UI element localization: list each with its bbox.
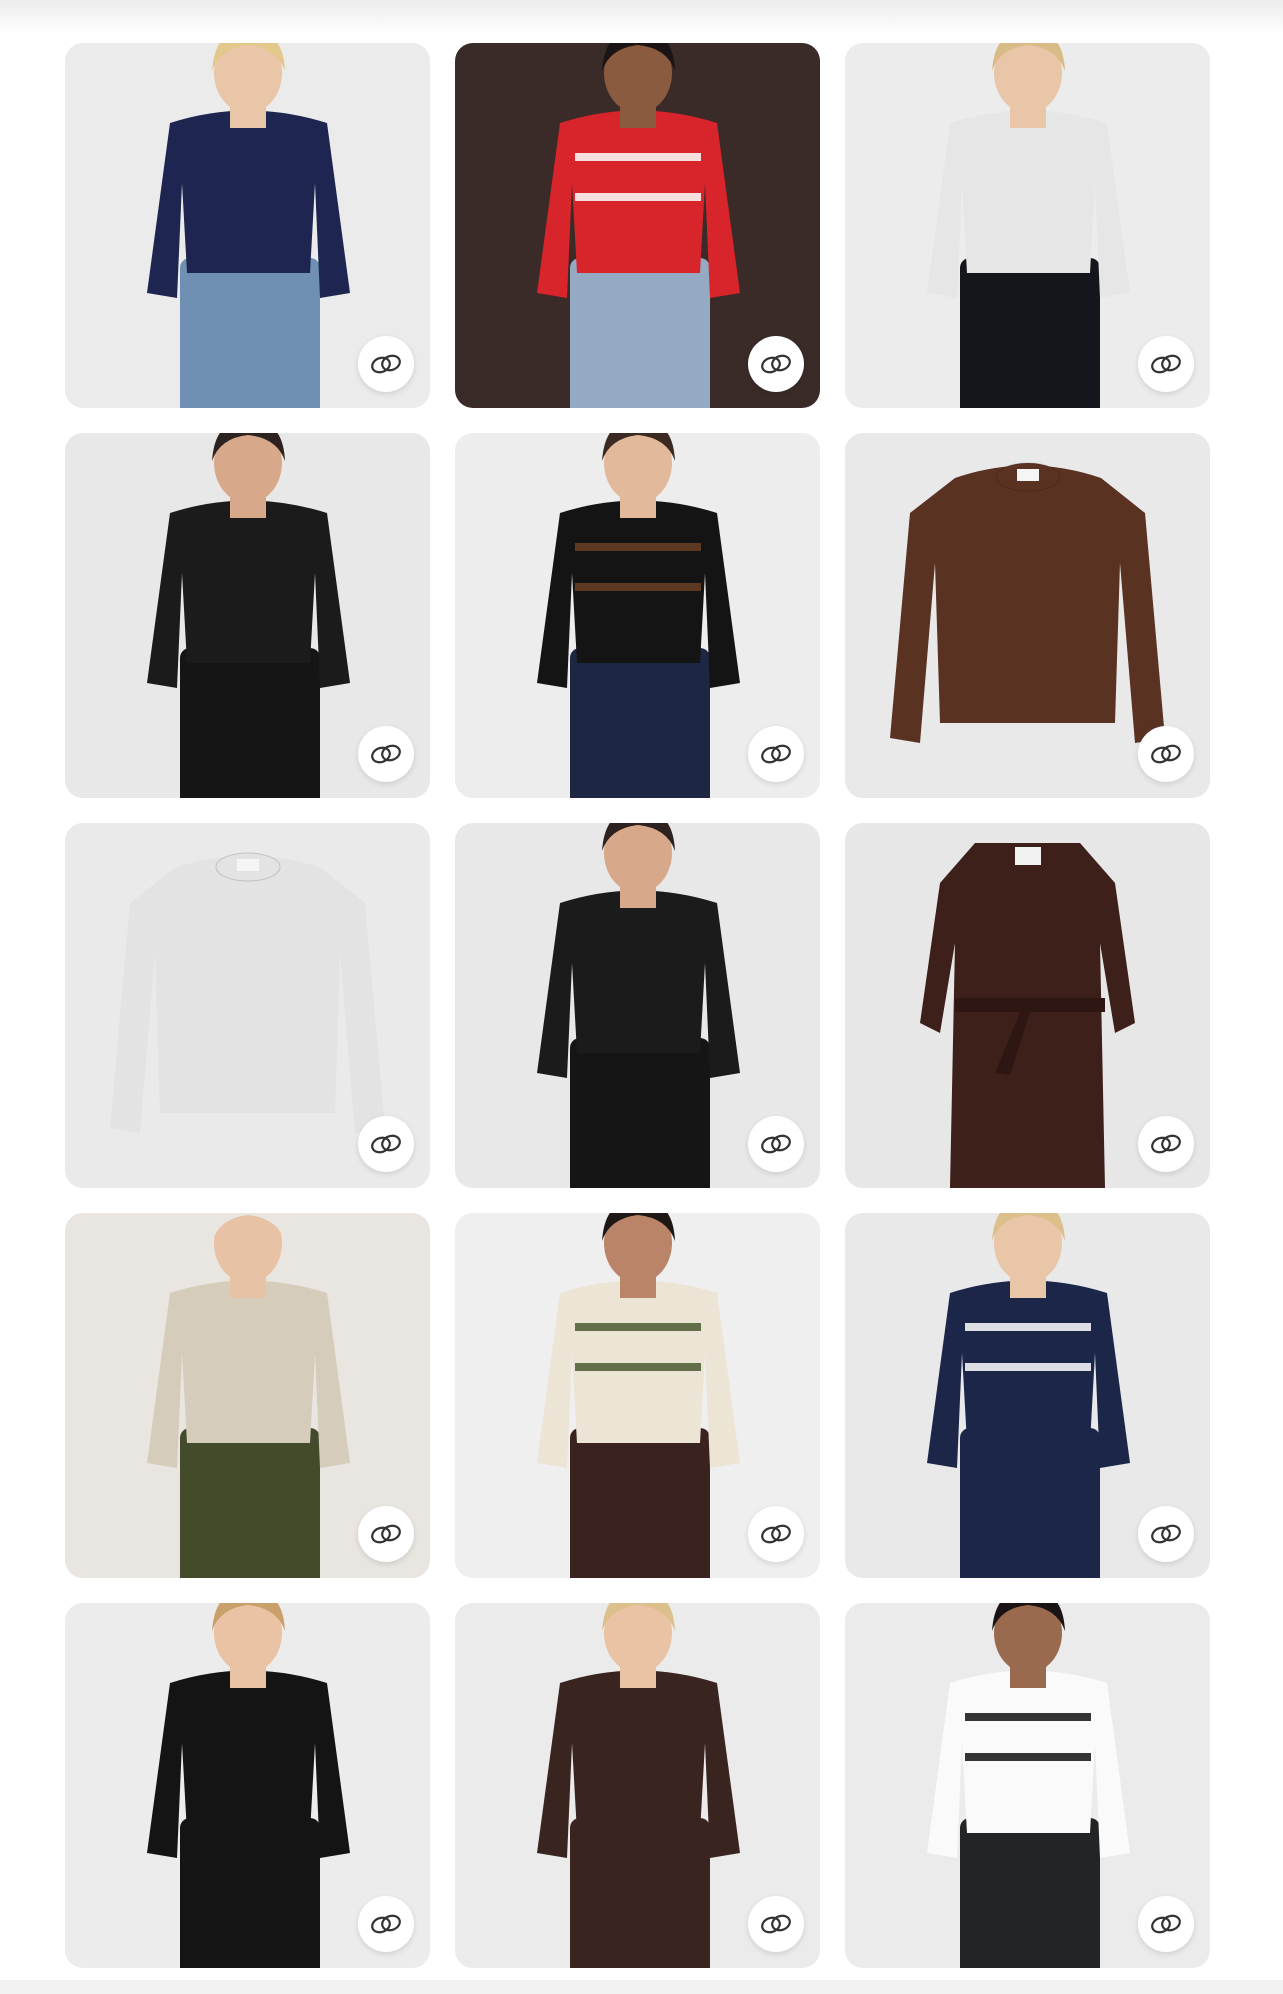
shop-link-button[interactable] [748,1506,804,1562]
product-card[interactable] [455,433,820,798]
link-icon [371,1524,401,1544]
product-card[interactable] [455,43,820,408]
link-icon [371,1914,401,1934]
shop-link-button[interactable] [358,1896,414,1952]
link-icon [761,1134,791,1154]
product-card[interactable] [65,823,430,1188]
bottom-edge-bar [0,1980,1283,1994]
product-card[interactable] [845,43,1210,408]
product-card[interactable] [845,823,1210,1188]
shop-link-button[interactable] [748,1896,804,1952]
link-icon [761,1524,791,1544]
link-icon [761,744,791,764]
product-card[interactable] [845,433,1210,798]
product-card[interactable] [65,1603,430,1968]
product-card[interactable] [65,43,430,408]
shop-link-button[interactable] [1138,1896,1194,1952]
product-card[interactable] [455,1603,820,1968]
link-icon [1151,354,1181,374]
shop-link-button[interactable] [358,1506,414,1562]
product-card[interactable] [455,1213,820,1578]
product-card[interactable] [455,823,820,1188]
link-icon [1151,744,1181,764]
shop-link-button[interactable] [358,336,414,392]
shop-link-button[interactable] [1138,336,1194,392]
product-card[interactable] [65,433,430,798]
link-icon [371,744,401,764]
product-card[interactable] [65,1213,430,1578]
shop-link-button[interactable] [1138,1116,1194,1172]
shop-link-button[interactable] [358,1116,414,1172]
shop-link-button[interactable] [1138,1506,1194,1562]
shop-link-button[interactable] [748,1116,804,1172]
link-icon [371,1134,401,1154]
shop-link-button[interactable] [748,726,804,782]
product-card[interactable] [845,1213,1210,1578]
shop-link-button[interactable] [1138,726,1194,782]
link-icon [371,354,401,374]
link-icon [761,354,791,374]
link-icon [761,1914,791,1934]
top-scroll-fade [0,0,1283,34]
product-grid-page [0,0,1283,1994]
link-icon [1151,1914,1181,1934]
shop-link-button[interactable] [358,726,414,782]
shop-link-button[interactable] [748,336,804,392]
product-card[interactable] [845,1603,1210,1968]
product-image-grid [65,43,1210,1968]
link-icon [1151,1134,1181,1154]
link-icon [1151,1524,1181,1544]
